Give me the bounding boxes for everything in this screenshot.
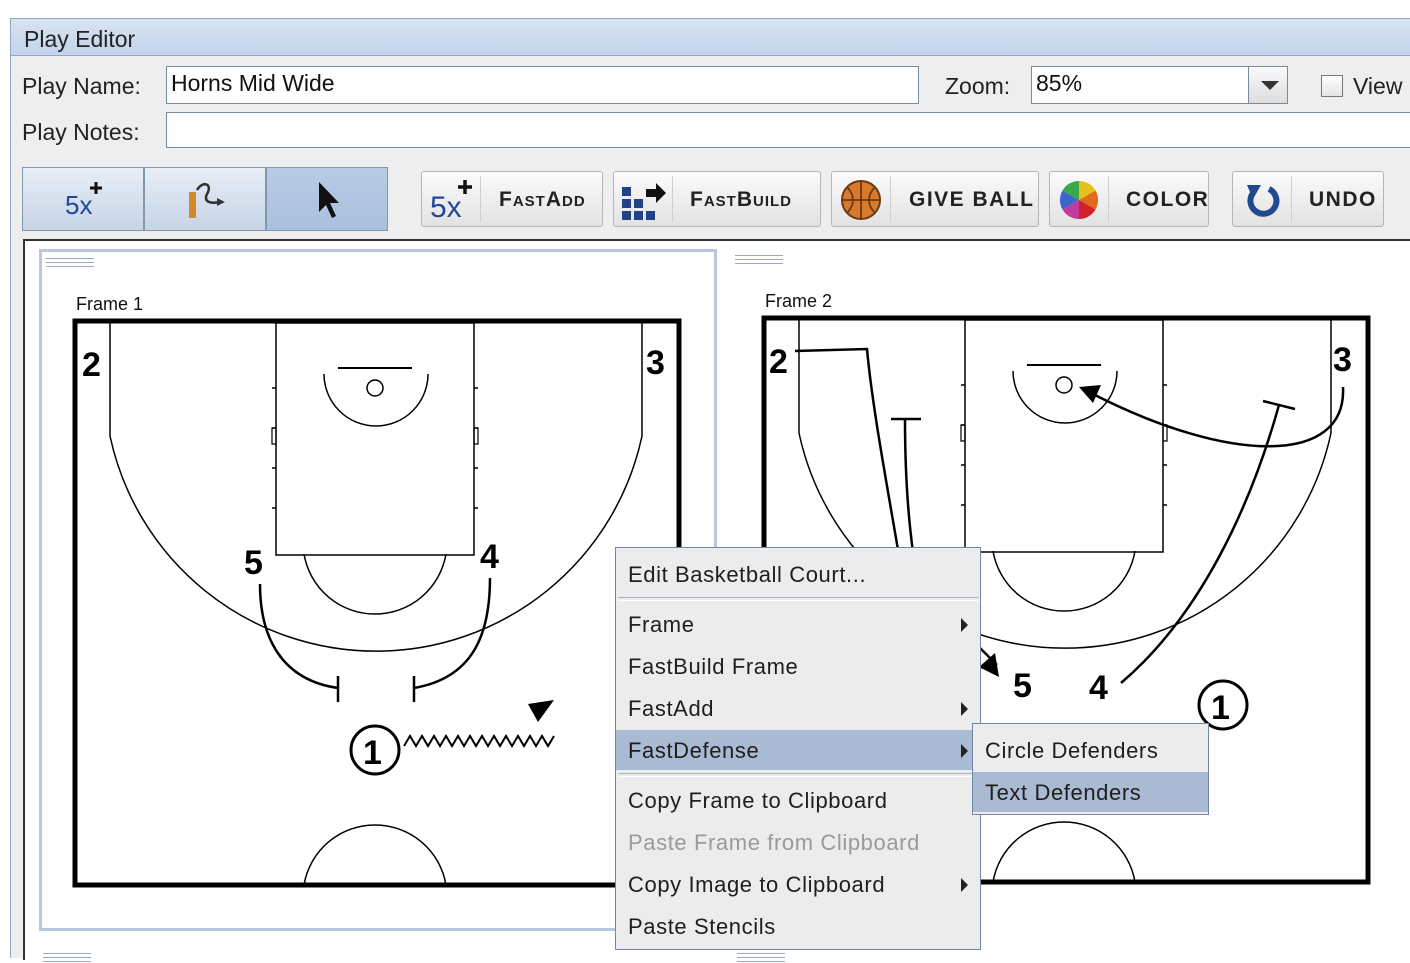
- undo-button[interactable]: UNDO: [1232, 171, 1384, 227]
- menu-item-fastbuild-frame[interactable]: FastBuild Frame: [616, 646, 980, 686]
- player-4[interactable]: 4: [1089, 669, 1108, 707]
- zoom-dropdown-button[interactable]: [1248, 66, 1288, 104]
- player-2[interactable]: 2: [82, 346, 101, 384]
- 5x-plus-icon: 5x: [430, 180, 472, 223]
- pointer-icon: [319, 182, 339, 218]
- frame-1-label: Frame 1: [76, 294, 144, 314]
- menu-item-paste-stencils[interactable]: Paste Stencils: [616, 906, 980, 946]
- view-checkbox-label: View: [1353, 73, 1403, 99]
- add-players-mode-button[interactable]: 5x: [22, 167, 144, 231]
- fastbuild-icon: [622, 183, 666, 220]
- 5x-plus-icon: 5x: [65, 182, 102, 220]
- menu-item-edit-court[interactable]: Edit Basketball Court...: [616, 554, 980, 594]
- player-1[interactable]: 1: [363, 734, 382, 772]
- svg-text:5x: 5x: [430, 191, 462, 223]
- zoom-label: Zoom:: [945, 73, 1011, 99]
- submenu-item-text-defenders[interactable]: Text Defenders: [973, 772, 1208, 812]
- player-4[interactable]: 4: [480, 538, 499, 576]
- path-arrow-icon: [189, 182, 225, 218]
- player-3[interactable]: 3: [1333, 341, 1352, 379]
- submenu-arrow-icon: [961, 744, 968, 758]
- submenu-item-circle-defenders[interactable]: Circle Defenders: [973, 730, 1208, 770]
- menu-item-frame[interactable]: Frame: [616, 604, 980, 644]
- window-title: Play Editor: [24, 26, 136, 52]
- 5x-icon-text: 5x: [65, 190, 92, 220]
- submenu-arrow-icon: [961, 878, 968, 892]
- drag-grip-icon[interactable]: [735, 255, 783, 265]
- give-ball-label: GIVE BALL: [909, 188, 1035, 211]
- play-name-field[interactable]: Horns Mid Wide: [166, 66, 919, 104]
- select-mode-button[interactable]: [266, 167, 388, 231]
- fastdefense-submenu: Circle Defenders Text Defenders: [972, 723, 1209, 815]
- title-bar: Play Editor: [11, 19, 1410, 56]
- zoom-field[interactable]: 85%: [1031, 66, 1249, 104]
- play-notes-field[interactable]: [166, 112, 1410, 148]
- menu-item-fastadd[interactable]: FastAdd: [616, 688, 980, 728]
- view-checkbox[interactable]: [1321, 75, 1343, 97]
- menu-item-fastdefense[interactable]: FastDefense: [616, 730, 980, 770]
- drag-grip-icon[interactable]: [737, 953, 785, 963]
- frame-1-court[interactable]: 2 3 5 4 1: [72, 318, 684, 890]
- player-3[interactable]: 3: [646, 344, 665, 382]
- undo-icon: [1247, 185, 1280, 217]
- player-5[interactable]: 5: [1013, 667, 1032, 705]
- player-5[interactable]: 5: [244, 544, 263, 582]
- menu-item-copy-frame[interactable]: Copy Frame to Clipboard: [616, 780, 980, 820]
- play-notes-label: Play Notes:: [22, 119, 140, 145]
- fastbuild-button[interactable]: FastBuild: [613, 171, 821, 227]
- play-name-label: Play Name:: [22, 73, 141, 99]
- player-1[interactable]: 1: [1211, 689, 1230, 727]
- fastadd-button[interactable]: 5x FastAdd: [421, 171, 603, 227]
- player-2[interactable]: 2: [769, 343, 788, 381]
- fastadd-label: FastAdd: [499, 188, 586, 211]
- submenu-arrow-icon: [961, 618, 968, 632]
- context-menu: Edit Basketball Court... Frame FastBuild…: [615, 547, 981, 950]
- fastbuild-label: FastBuild: [690, 188, 792, 211]
- drag-grip-icon[interactable]: [46, 258, 94, 268]
- frame-2-label: Frame 2: [765, 291, 833, 311]
- color-label: COLOR: [1126, 188, 1210, 211]
- give-ball-button[interactable]: GIVE BALL: [831, 171, 1039, 227]
- draw-path-mode-button[interactable]: [144, 167, 266, 231]
- drag-grip-icon[interactable]: [43, 953, 91, 963]
- color-wheel-icon: [1059, 180, 1099, 220]
- color-button[interactable]: COLOR: [1049, 171, 1209, 227]
- undo-label: UNDO: [1309, 188, 1377, 211]
- submenu-arrow-icon: [961, 702, 968, 716]
- menu-item-paste-frame: Paste Frame from Clipboard: [628, 830, 920, 855]
- menu-item-copy-image[interactable]: Copy Image to Clipboard: [616, 864, 980, 904]
- basketball-icon: [841, 180, 881, 220]
